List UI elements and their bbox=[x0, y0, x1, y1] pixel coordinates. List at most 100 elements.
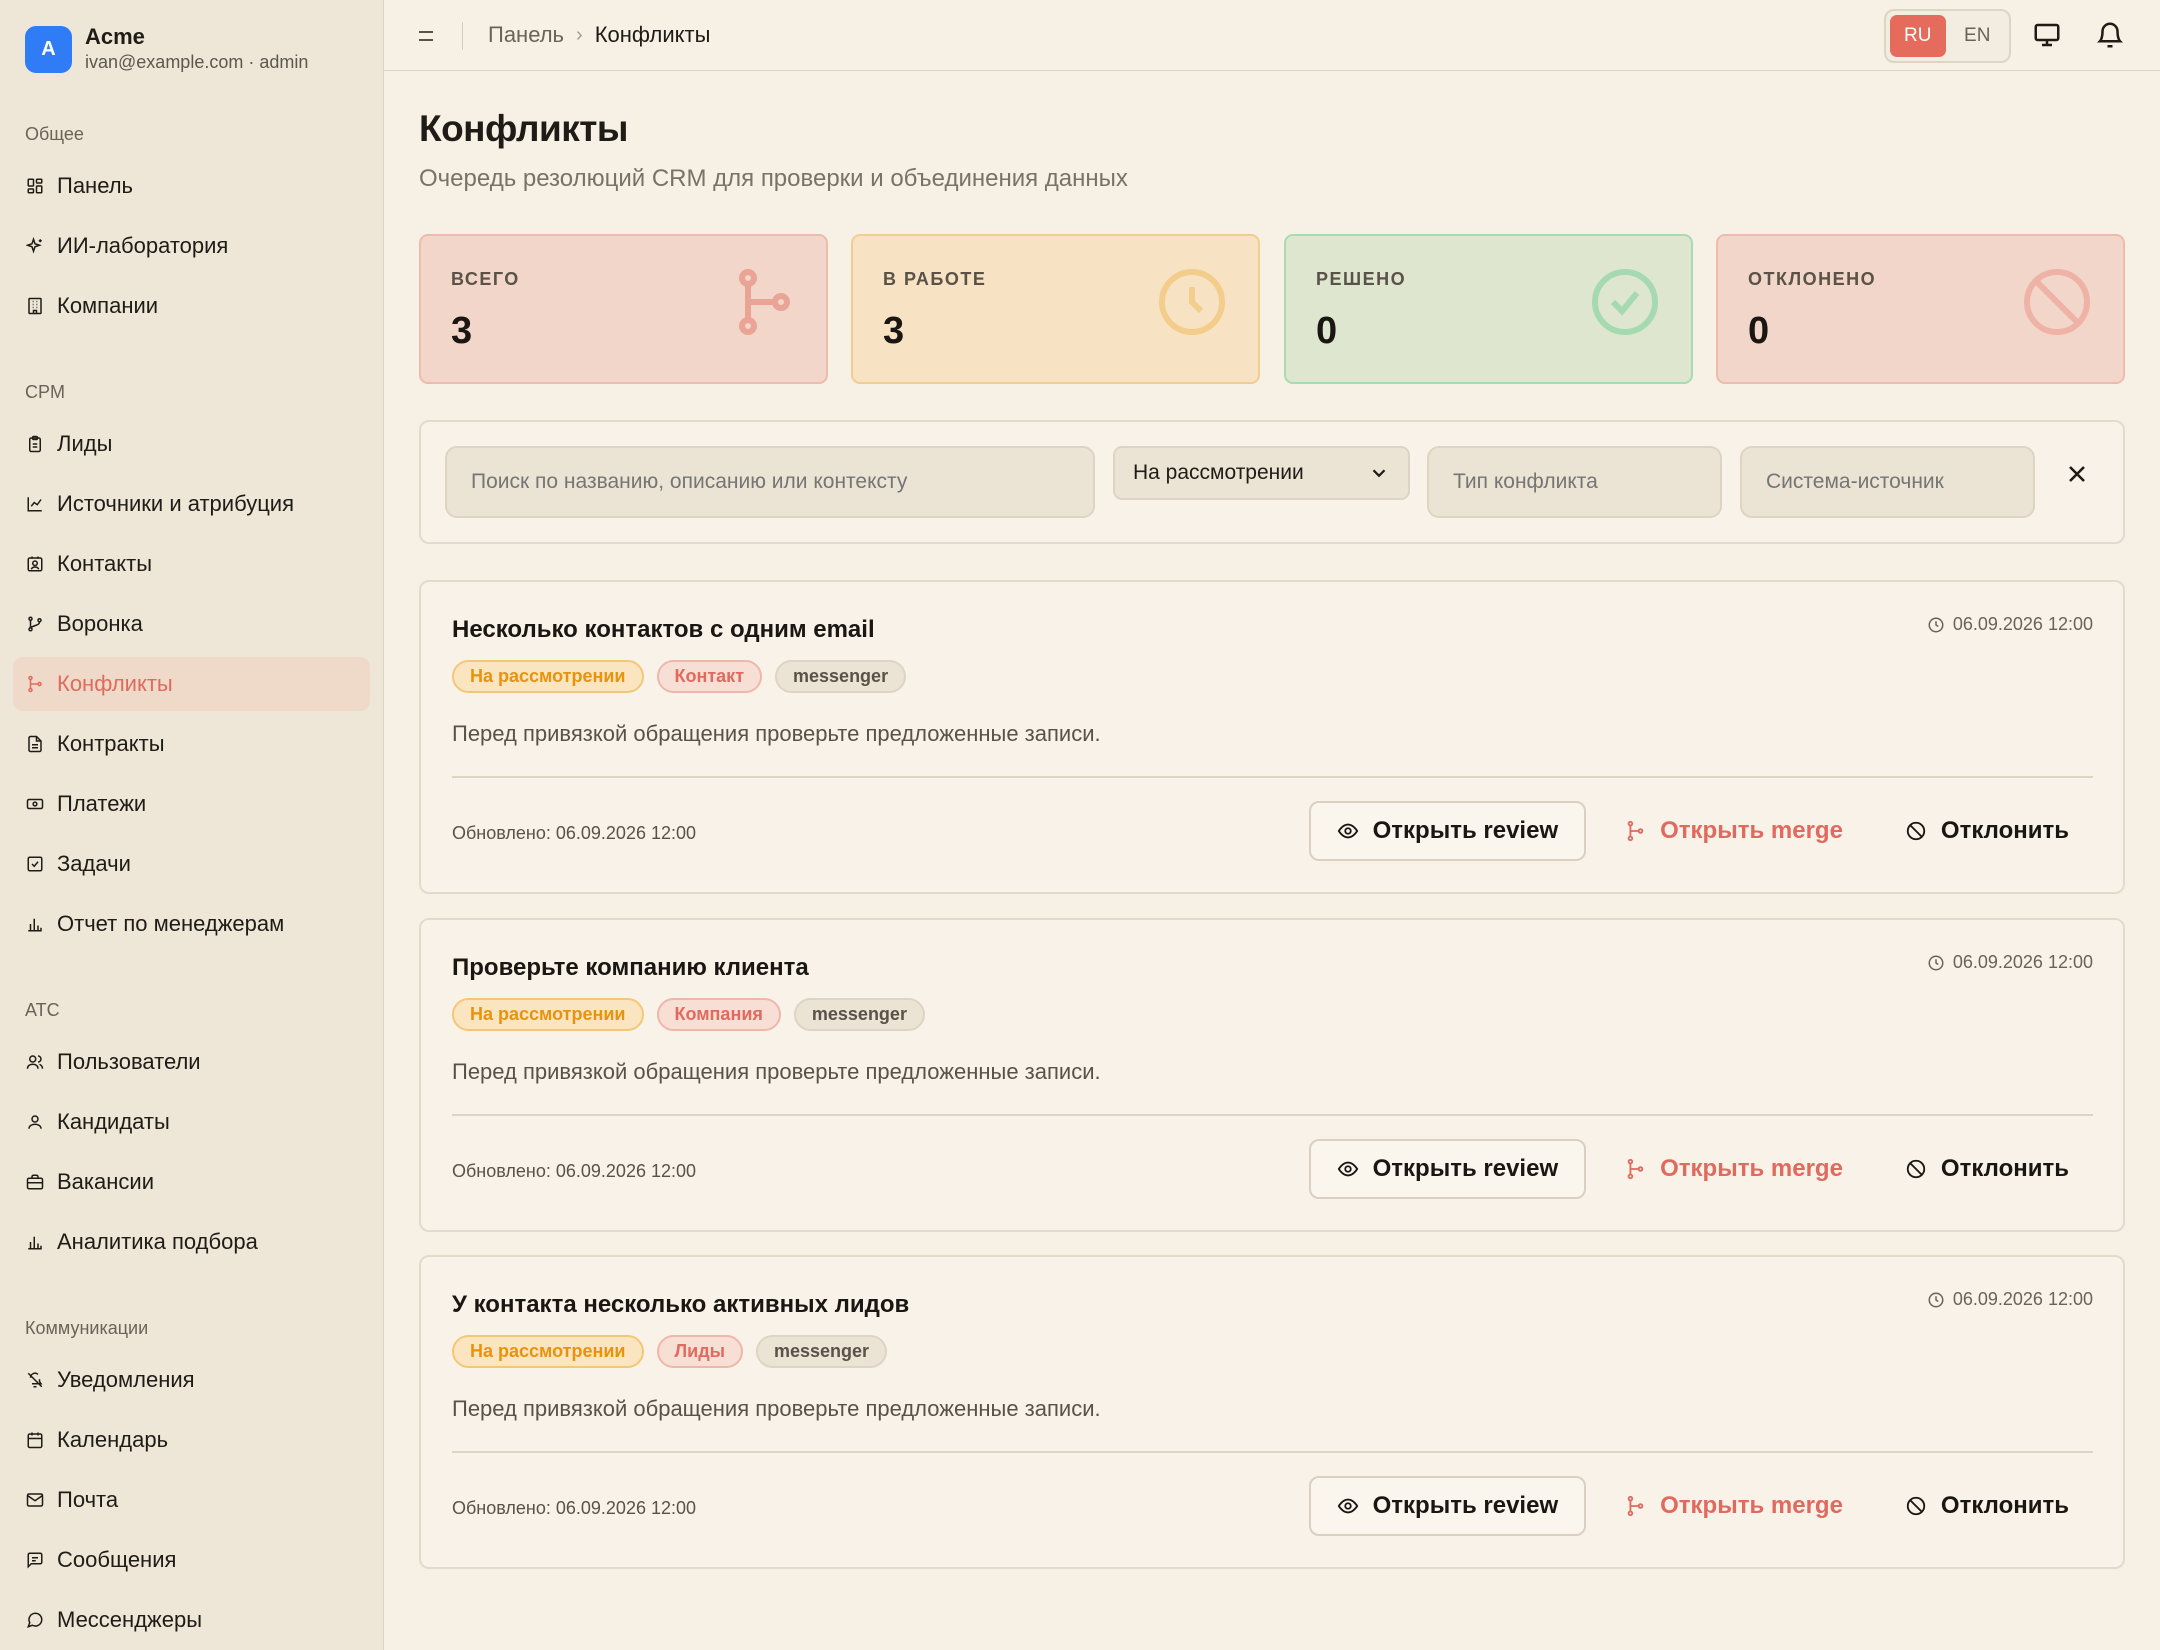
conflict-card: Проверьте компанию клиента 06.09.2026 12… bbox=[419, 918, 2125, 1232]
lang-en-button[interactable]: EN bbox=[1950, 15, 2006, 57]
stat-value: 0 bbox=[1748, 310, 1770, 352]
sidebar-item-manager-report[interactable]: Отчет по менеджерам bbox=[13, 897, 370, 951]
sidebar-item-recruiting-analytics[interactable]: Аналитика подбора bbox=[13, 1215, 370, 1269]
merge-icon bbox=[1624, 1158, 1646, 1180]
sidebar-item-mail[interactable]: Почта bbox=[13, 1473, 370, 1527]
conflict-card: Несколько контактов с одним email 06.09.… bbox=[419, 580, 2125, 894]
conflict-type-input[interactable] bbox=[1427, 446, 1722, 518]
sidebar-section-crm: CPM bbox=[25, 382, 65, 402]
conflict-timestamp: 06.09.2026 12:00 bbox=[1927, 1289, 2093, 1310]
sidebar-item-payments[interactable]: Платежи bbox=[13, 777, 370, 831]
sidebar-item-funnel[interactable]: Воронка bbox=[13, 597, 370, 651]
banknote-icon bbox=[26, 795, 44, 813]
mail-icon bbox=[26, 1491, 44, 1509]
filter-bar: На рассмотрении bbox=[419, 420, 2125, 544]
reject-button[interactable]: Отклонить bbox=[1881, 1476, 2093, 1536]
conflict-actions: Открыть review Открыть merge Отклонить bbox=[1308, 1139, 2093, 1199]
bar-chart-icon bbox=[26, 915, 44, 933]
sidebar-item-tasks[interactable]: Задачи bbox=[13, 837, 370, 891]
chevron-down-icon bbox=[1368, 462, 1390, 484]
sidebar-item-label: Почта bbox=[57, 1487, 119, 1512]
reject-button[interactable]: Отклонить bbox=[1881, 801, 2093, 861]
eye-icon bbox=[1337, 1495, 1359, 1517]
search-input[interactable] bbox=[445, 446, 1095, 518]
status-select[interactable]: На рассмотрении bbox=[1113, 446, 1410, 500]
conflict-updated: Обновлено: 06.09.2026 12:00 bbox=[452, 1161, 697, 1181]
sidebar-item-messages[interactable]: Сообщения bbox=[13, 1533, 370, 1587]
breadcrumb: Панель › Конфликты bbox=[488, 22, 710, 48]
monitor-icon[interactable] bbox=[2032, 20, 2062, 50]
stat-card-in-work: В РАБОТЕ 3 bbox=[851, 234, 1260, 384]
sidebar-item-label: Платежи bbox=[57, 791, 147, 816]
bar-chart-icon bbox=[26, 1233, 44, 1251]
sidebar-item-contracts[interactable]: Контракты bbox=[13, 717, 370, 771]
sidebar-item-calendar[interactable]: Календарь bbox=[13, 1413, 370, 1467]
sidebar-item-label: Источники и атрибуция bbox=[57, 491, 294, 516]
reject-label: Отклонить bbox=[1940, 1492, 2069, 1519]
sidebar-item-dashboard[interactable]: Панель bbox=[13, 159, 370, 213]
open-merge-button[interactable]: Открыть merge bbox=[1600, 801, 1867, 861]
topbar-divider bbox=[462, 22, 463, 50]
menu-toggle-icon[interactable] bbox=[414, 24, 438, 48]
open-review-button[interactable]: Открыть review bbox=[1308, 1139, 1587, 1199]
reject-button[interactable]: Отклонить bbox=[1881, 1139, 2093, 1199]
bell-off-icon bbox=[26, 1371, 44, 1389]
sidebar-item-notifications[interactable]: Уведомления bbox=[13, 1353, 370, 1407]
sidebar-item-leads[interactable]: Лиды bbox=[13, 417, 370, 471]
sidebar-item-contacts[interactable]: Контакты bbox=[13, 537, 370, 591]
conflict-description: Перед привязкой обращения проверьте пред… bbox=[452, 721, 1101, 746]
breadcrumb-dashboard-link[interactable]: Панель bbox=[488, 22, 564, 48]
sidebar: A Acme ivan@example.com · admin Общее Па… bbox=[0, 0, 384, 1650]
calendar-icon bbox=[26, 1431, 44, 1449]
account-switcher[interactable]: A Acme ivan@example.com · admin bbox=[25, 24, 308, 74]
conflict-tags: На рассмотрении Компания messenger bbox=[452, 998, 925, 1031]
lang-ru-button[interactable]: RU bbox=[1890, 15, 1946, 57]
bell-icon[interactable] bbox=[2095, 20, 2125, 50]
source-badge: messenger bbox=[775, 660, 907, 693]
merge-icon bbox=[724, 266, 796, 338]
page-subtitle: Очередь резолюций CRM для проверки и объ… bbox=[419, 165, 1128, 192]
entity-badge: Лиды bbox=[656, 1335, 743, 1368]
sidebar-item-label: Контакты bbox=[57, 551, 153, 576]
message-square-icon bbox=[26, 1551, 44, 1569]
open-review-button[interactable]: Открыть review bbox=[1308, 801, 1587, 861]
entity-badge: Контакт bbox=[656, 660, 763, 693]
ban-icon bbox=[1905, 1495, 1927, 1517]
conflict-card: У контакта несколько активных лидов 06.0… bbox=[419, 1255, 2125, 1569]
open-merge-button[interactable]: Открыть merge bbox=[1600, 1476, 1867, 1536]
eye-icon bbox=[1337, 1158, 1359, 1180]
breadcrumb-separator: › bbox=[576, 23, 583, 46]
conflict-description: Перед привязкой обращения проверьте пред… bbox=[452, 1059, 1101, 1084]
sidebar-item-candidates[interactable]: Кандидаты bbox=[13, 1095, 370, 1149]
contact-card-icon bbox=[26, 555, 44, 573]
open-review-label: Открыть review bbox=[1372, 1155, 1559, 1182]
sidebar-item-ai-lab[interactable]: ИИ-лаборатория bbox=[13, 219, 370, 273]
sidebar-item-label: Отчет по менеджерам bbox=[57, 911, 285, 936]
conflict-title: Несколько контактов с одним email bbox=[452, 616, 875, 643]
sidebar-item-conflicts[interactable]: Конфликты bbox=[13, 657, 370, 711]
sidebar-item-label: Кандидаты bbox=[57, 1109, 170, 1134]
account-name: Acme bbox=[85, 24, 145, 49]
sidebar-item-label: Контракты bbox=[57, 731, 165, 756]
open-merge-label: Открыть merge bbox=[1660, 1155, 1843, 1182]
conflict-time: 06.09.2026 12:00 bbox=[1952, 614, 2093, 634]
open-merge-button[interactable]: Открыть merge bbox=[1600, 1139, 1867, 1199]
git-branch-icon bbox=[26, 615, 44, 633]
sidebar-item-companies[interactable]: Компании bbox=[13, 279, 370, 333]
sidebar-item-vacancies[interactable]: Вакансии bbox=[13, 1155, 370, 1209]
page-title: Конфликты bbox=[419, 108, 628, 149]
reject-label: Отклонить bbox=[1940, 1155, 2069, 1182]
language-switcher: RU EN bbox=[1884, 9, 2011, 63]
clock-icon bbox=[1927, 616, 1945, 634]
conflict-actions: Открыть review Открыть merge Отклонить bbox=[1308, 1476, 2093, 1536]
sidebar-item-users[interactable]: Пользователи bbox=[13, 1035, 370, 1089]
entity-badge: Компания bbox=[656, 998, 781, 1031]
sidebar-item-sources[interactable]: Источники и атрибуция bbox=[13, 477, 370, 531]
conflict-description: Перед привязкой обращения проверьте пред… bbox=[452, 1396, 1101, 1421]
source-system-input[interactable] bbox=[1740, 446, 2035, 518]
close-icon[interactable] bbox=[2063, 460, 2091, 488]
sidebar-item-messengers[interactable]: Мессенджеры bbox=[13, 1593, 370, 1647]
sidebar-item-label: Пользователи bbox=[57, 1049, 201, 1074]
stat-label: ВСЕГО bbox=[451, 269, 520, 289]
open-review-button[interactable]: Открыть review bbox=[1308, 1476, 1587, 1536]
